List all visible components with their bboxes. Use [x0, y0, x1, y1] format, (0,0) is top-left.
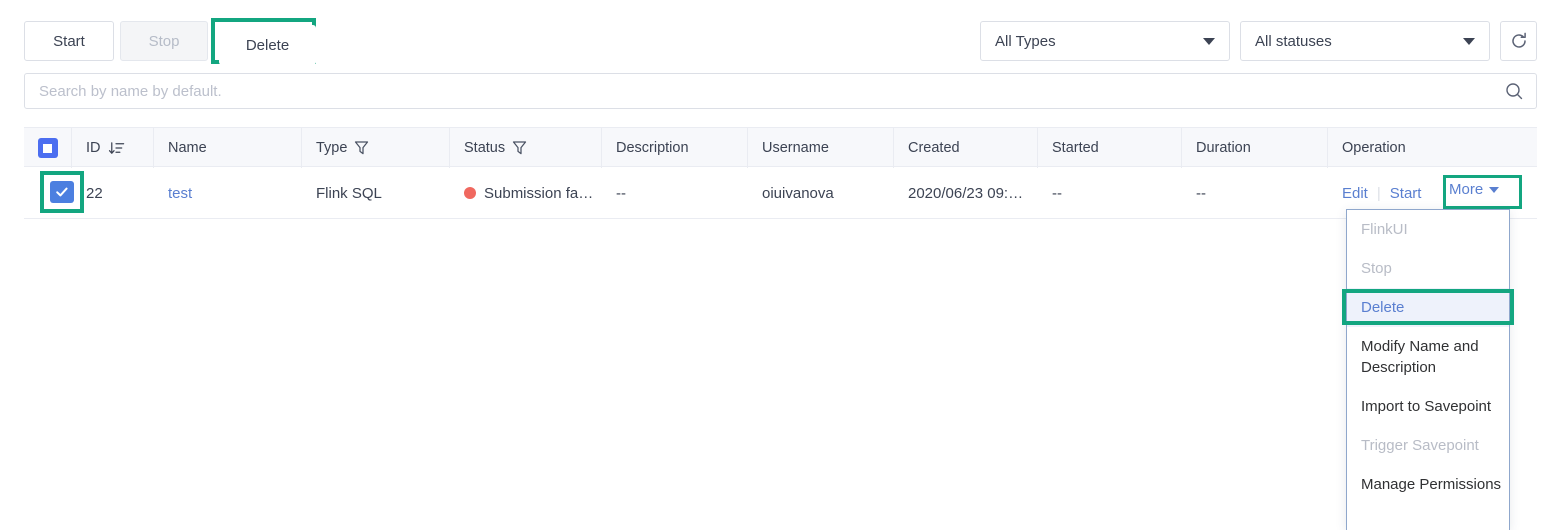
row-more-button[interactable]: More [1449, 181, 1500, 198]
refresh-icon [1511, 32, 1526, 48]
column-header-started-label: Started [1052, 140, 1099, 156]
column-header-description: Description [602, 128, 748, 168]
search-button[interactable] [1492, 74, 1536, 108]
status-filter-select[interactable]: All statuses [1240, 21, 1490, 61]
column-header-type-label: Type [316, 140, 348, 156]
more-dropdown-menu: FlinkUI Stop Delete Modify Name and Desc… [1346, 209, 1510, 530]
type-filter-value: All Types [995, 32, 1056, 50]
cell-name: test [154, 167, 302, 219]
column-header-status-label: Status [464, 140, 506, 156]
toolbar: Start Stop Delete All Types All statuses [0, 0, 1561, 70]
column-header-name-label: Name [168, 140, 207, 156]
search-icon [1506, 83, 1523, 100]
menu-item-trigger-savepoint[interactable]: Trigger Savepoint [1347, 426, 1509, 465]
delete-button-label: Delete [245, 36, 290, 54]
job-name-link[interactable]: test [168, 185, 192, 202]
cell-description: -- [616, 184, 626, 202]
row-edit-link[interactable]: Edit [1342, 185, 1368, 202]
table-row: 22 test Flink SQL Submission fa… -- oiui… [24, 167, 1537, 219]
column-header-duration: Duration [1182, 128, 1328, 168]
sort-descending-icon[interactable] [108, 140, 125, 157]
cell-status: Submission fa… [450, 167, 602, 219]
jobs-table: ID Name Type Status Description Username… [24, 127, 1537, 219]
stop-button-label: Stop [148, 32, 180, 50]
menu-item-modify-name-and-description[interactable]: Modify Name and Description [1347, 327, 1509, 387]
row-start-link[interactable]: Start [1390, 185, 1422, 202]
column-header-created: Created [894, 128, 1038, 168]
table-header-row: ID Name Type Status Description Username… [24, 127, 1537, 168]
cell-id: 22 [86, 184, 103, 202]
column-header-started: Started [1038, 128, 1182, 168]
column-header-status: Status [450, 128, 602, 168]
column-header-duration-label: Duration [1196, 140, 1251, 156]
chevron-down-icon [1203, 37, 1215, 45]
row-operations: Edit | Start [1342, 185, 1421, 202]
row-more-label: More [1449, 181, 1484, 198]
column-header-operation-label: Operation [1342, 140, 1406, 156]
refresh-button[interactable] [1500, 21, 1537, 61]
status-filter-value: All statuses [1255, 32, 1332, 50]
menu-item-stop[interactable]: Stop [1347, 249, 1509, 288]
delete-button-highlight: Delete [211, 18, 316, 65]
checkbox-indeterminate-icon [43, 143, 52, 153]
chevron-down-icon [1489, 186, 1500, 193]
column-header-description-label: Description [616, 140, 689, 156]
cell-created: 2020/06/23 09:… [908, 184, 1024, 202]
status-dot-icon [464, 187, 476, 199]
type-filter-select[interactable]: All Types [980, 21, 1230, 61]
column-header-id-label: ID [86, 140, 101, 156]
column-header-id[interactable]: ID [72, 128, 154, 168]
cell-type: Flink SQL [316, 184, 382, 202]
column-header-type: Type [302, 128, 450, 168]
cell-started: -- [1052, 184, 1062, 202]
search-bar[interactable] [24, 73, 1537, 109]
menu-item-flinkui[interactable]: FlinkUI [1347, 210, 1509, 249]
start-button-label: Start [53, 32, 85, 50]
checkmark-icon [56, 187, 68, 197]
menu-item-delete[interactable]: Delete [1347, 288, 1509, 327]
delete-button[interactable]: Delete [219, 25, 316, 65]
column-header-name: Name [154, 128, 302, 168]
cell-duration: -- [1196, 184, 1206, 202]
column-header-username: Username [748, 128, 894, 168]
jobs-list-page: Start Stop Delete All Types All statuses [0, 0, 1561, 530]
menu-item-manage-permissions[interactable]: Manage Permissions [1347, 465, 1509, 504]
start-button[interactable]: Start [24, 21, 114, 61]
select-all-header-cell [24, 128, 72, 168]
row-select-checkbox[interactable] [50, 181, 74, 203]
filter-icon[interactable] [512, 140, 527, 156]
chevron-down-icon [1463, 37, 1475, 45]
column-header-created-label: Created [908, 140, 960, 156]
menu-item-import-to-savepoint[interactable]: Import to Savepoint [1347, 387, 1509, 426]
column-header-operation: Operation [1328, 128, 1537, 168]
filter-icon[interactable] [354, 140, 369, 156]
cell-username: oiuivanova [762, 184, 834, 202]
status-text: Submission fa… [484, 184, 594, 202]
column-header-username-label: Username [762, 140, 829, 156]
operation-divider: | [1376, 184, 1381, 202]
stop-button[interactable]: Stop [120, 21, 208, 61]
search-input[interactable] [25, 82, 1492, 100]
select-all-checkbox[interactable] [37, 138, 58, 158]
